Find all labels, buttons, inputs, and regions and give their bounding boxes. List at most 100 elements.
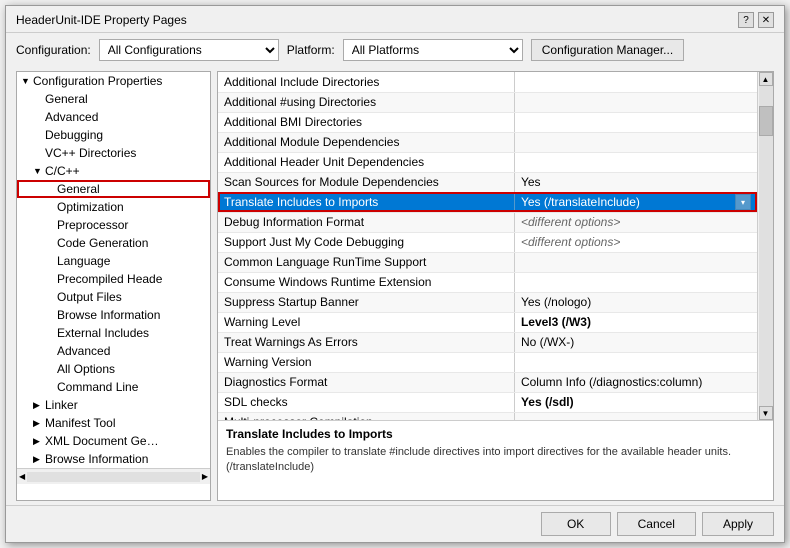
- tree-item-debugging[interactable]: Debugging: [17, 126, 210, 144]
- help-button[interactable]: ?: [738, 12, 754, 28]
- tree-item-external-includes[interactable]: External Includes: [17, 324, 210, 342]
- prop-value[interactable]: [514, 272, 757, 292]
- expand-icon: ▶: [33, 454, 45, 465]
- scroll-up-arrow[interactable]: ▲: [759, 72, 773, 86]
- table-row: Additional BMI Directories: [218, 112, 757, 132]
- tree-item-label: C/C++: [45, 164, 80, 178]
- tree-panel: ▼ Configuration Properties General Advan…: [16, 71, 211, 501]
- tree-item-advanced-top[interactable]: Advanced: [17, 108, 210, 126]
- platform-select[interactable]: All Platforms: [343, 39, 523, 61]
- prop-name: Additional BMI Directories: [218, 112, 514, 132]
- table-row: Scan Sources for Module Dependencies Yes: [218, 172, 757, 192]
- tree-item-command-line[interactable]: Command Line: [17, 378, 210, 396]
- bottom-bar: OK Cancel Apply: [6, 505, 784, 542]
- prop-name: Additional Header Unit Dependencies: [218, 152, 514, 172]
- prop-name: Warning Version: [218, 352, 514, 372]
- prop-value[interactable]: [514, 112, 757, 132]
- ok-button[interactable]: OK: [541, 512, 611, 536]
- prop-value[interactable]: <different options>: [514, 212, 757, 232]
- prop-name: SDL checks: [218, 392, 514, 412]
- prop-value[interactable]: [514, 352, 757, 372]
- tree-item-output-files[interactable]: Output Files: [17, 288, 210, 306]
- tree-item-all-options[interactable]: All Options: [17, 360, 210, 378]
- table-row: Suppress Startup Banner Yes (/nologo): [218, 292, 757, 312]
- tree-item-label: External Includes: [57, 326, 149, 340]
- tree-item-label: Language: [57, 254, 110, 268]
- tree-item-browse-info[interactable]: ▶ Browse Information: [17, 450, 210, 468]
- tree-item-precompiled-headers[interactable]: Precompiled Heade: [17, 270, 210, 288]
- prop-value[interactable]: [514, 252, 757, 272]
- expand-icon: ▼: [33, 166, 45, 176]
- tree-item-label: XML Document Genera: [45, 434, 165, 448]
- prop-name: Additional Include Directories: [218, 72, 514, 92]
- tree-item-label: Precompiled Heade: [57, 272, 162, 286]
- table-row: Common Language RunTime Support: [218, 252, 757, 272]
- prop-value[interactable]: [514, 92, 757, 112]
- prop-value[interactable]: Yes (/sdl): [514, 392, 757, 412]
- close-button[interactable]: ✕: [758, 12, 774, 28]
- tree-item-code-generation[interactable]: Code Generation: [17, 234, 210, 252]
- tree-item-general-top[interactable]: General: [17, 90, 210, 108]
- prop-value[interactable]: [514, 412, 757, 420]
- tree-item-manifest-tool[interactable]: ▶ Manifest Tool: [17, 414, 210, 432]
- prop-value[interactable]: Yes: [514, 172, 757, 192]
- table-row: Multi-processor Compilation: [218, 412, 757, 420]
- scroll-thumb[interactable]: [759, 106, 773, 136]
- table-row: SDL checks Yes (/sdl): [218, 392, 757, 412]
- tree-hscrollbar[interactable]: ◀ ▶: [17, 468, 210, 484]
- scroll-down-arrow[interactable]: ▼: [759, 406, 773, 420]
- tree-item-label: Debugging: [45, 128, 103, 142]
- prop-value[interactable]: [514, 72, 757, 92]
- table-row: Additional Module Dependencies: [218, 132, 757, 152]
- prop-value[interactable]: [514, 132, 757, 152]
- config-manager-button[interactable]: Configuration Manager...: [531, 39, 684, 61]
- scroll-track: [759, 86, 773, 406]
- tree-item-linker[interactable]: ▶ Linker: [17, 396, 210, 414]
- property-pages-dialog: HeaderUnit-IDE Property Pages ? ✕ Config…: [5, 5, 785, 543]
- cancel-button[interactable]: Cancel: [617, 512, 696, 536]
- table-row-highlighted[interactable]: Translate Includes to Imports Yes (/tran…: [218, 192, 757, 212]
- tree-item-label: Linker: [45, 398, 78, 412]
- tree-item-vc-directories[interactable]: VC++ Directories: [17, 144, 210, 162]
- expand-icon: ▼: [21, 76, 33, 86]
- table-row: Additional Header Unit Dependencies: [218, 152, 757, 172]
- prop-name: Additional Module Dependencies: [218, 132, 514, 152]
- prop-value[interactable]: Level3 (/W3): [514, 312, 757, 332]
- scroll-right-arrow[interactable]: ▶: [200, 472, 210, 481]
- prop-name: Diagnostics Format: [218, 372, 514, 392]
- tree-item-cpp[interactable]: ▼ C/C++: [17, 162, 210, 180]
- prop-value[interactable]: Yes (/nologo): [514, 292, 757, 312]
- prop-value[interactable]: Column Info (/diagnostics:column): [514, 372, 757, 392]
- tree-item-browse-info-cpp[interactable]: Browse Information: [17, 306, 210, 324]
- prop-value[interactable]: <different options>: [514, 232, 757, 252]
- scroll-left-arrow[interactable]: ◀: [17, 472, 27, 481]
- tree-item-xml-document[interactable]: ▶ XML Document Genera: [17, 432, 210, 450]
- configuration-select[interactable]: All Configurations: [99, 39, 279, 61]
- tree-item-preprocessor[interactable]: Preprocessor: [17, 216, 210, 234]
- prop-value[interactable]: [514, 152, 757, 172]
- dropdown-arrow-icon[interactable]: ▾: [735, 194, 751, 210]
- prop-name: Additional #using Directories: [218, 92, 514, 112]
- table-row: Warning Level Level3 (/W3): [218, 312, 757, 332]
- dialog-title: HeaderUnit-IDE Property Pages: [16, 13, 187, 27]
- props-vscrollbar[interactable]: ▲ ▼: [757, 72, 773, 420]
- tree-item-label: General: [57, 182, 100, 196]
- prop-name: Support Just My Code Debugging: [218, 232, 514, 252]
- tree-item-configuration-properties[interactable]: ▼ Configuration Properties: [17, 72, 210, 90]
- platform-label: Platform:: [287, 43, 335, 57]
- apply-button[interactable]: Apply: [702, 512, 774, 536]
- tree-item-label: Code Generation: [57, 236, 148, 250]
- expand-icon: ▶: [33, 418, 45, 429]
- prop-value[interactable]: No (/WX-): [514, 332, 757, 352]
- prop-name: Common Language RunTime Support: [218, 252, 514, 272]
- tree-item-label: All Options: [57, 362, 115, 376]
- expand-icon: ▶: [33, 436, 45, 447]
- tree-item-advanced-cpp[interactable]: Advanced: [17, 342, 210, 360]
- tree-item-label: Output Files: [57, 290, 122, 304]
- tree-item-general-cpp[interactable]: General: [17, 180, 210, 198]
- tree-item-optimization[interactable]: Optimization: [17, 198, 210, 216]
- config-bar: Configuration: All Configurations Platfo…: [6, 33, 784, 67]
- prop-value[interactable]: Yes (/translateInclude) ▾: [514, 192, 757, 212]
- tree-item-language[interactable]: Language: [17, 252, 210, 270]
- scroll-track: [27, 472, 200, 482]
